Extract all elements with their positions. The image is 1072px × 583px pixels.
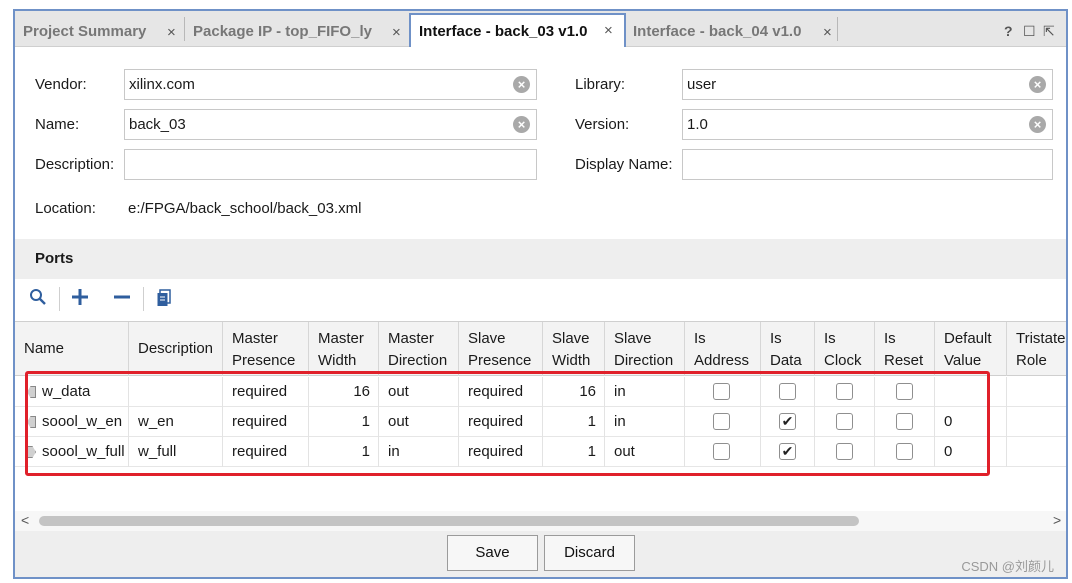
description-field[interactable] xyxy=(124,149,537,180)
column-header-slave-direction[interactable]: Slave Direction xyxy=(605,322,685,376)
ports-section-header: Ports xyxy=(15,239,1066,279)
column-header-is-data[interactable]: Is Data xyxy=(761,322,815,376)
location-label: Location: xyxy=(35,200,96,217)
clear-icon[interactable]: × xyxy=(1029,116,1046,133)
ports-table-header: Name Description Master Presence Master … xyxy=(15,322,1066,376)
restore-icon[interactable]: ☐ xyxy=(1023,23,1036,40)
column-header-default-value[interactable]: Default Value xyxy=(935,322,1007,376)
version-field[interactable]: 1.0 × xyxy=(682,109,1053,140)
clear-icon[interactable]: × xyxy=(513,116,530,133)
close-icon[interactable]: × xyxy=(604,22,613,39)
library-value: user xyxy=(687,76,717,93)
watermark: CSDN @刘颜儿 xyxy=(961,559,1054,574)
tab-project-summary[interactable]: Project Summary × xyxy=(15,15,183,47)
tab-interface-back-04[interactable]: Interface - back_04 v1.0 × xyxy=(625,15,837,47)
tab-label: Project Summary xyxy=(23,22,147,40)
scrollbar-thumb[interactable] xyxy=(39,516,859,526)
column-header-is-address[interactable]: Is Address xyxy=(685,322,761,376)
dialog-footer: Save Discard CSDN @刘颜儿 xyxy=(15,531,1066,577)
name-field[interactable]: back_03 × xyxy=(124,109,537,140)
remove-icon[interactable] xyxy=(113,288,131,310)
column-header-description[interactable]: Description xyxy=(129,322,223,376)
column-header-master-presence[interactable]: Master Presence xyxy=(223,322,309,376)
tristate-role-cell[interactable] xyxy=(1007,437,1066,467)
toolbar-separator xyxy=(59,287,60,311)
tristate-role-cell[interactable] xyxy=(1007,407,1066,437)
help-icon[interactable]: ? xyxy=(1004,23,1013,39)
tab-label: Interface - back_04 v1.0 xyxy=(633,22,802,40)
tab-package-ip[interactable]: Package IP - top_FIFO_ly × xyxy=(185,15,410,47)
library-label: Library: xyxy=(575,76,626,93)
location-value: e:/FPGA/back_school/back_03.xml xyxy=(128,200,362,217)
tab-separator xyxy=(837,17,838,41)
close-icon[interactable]: × xyxy=(823,24,832,41)
display-name-field[interactable] xyxy=(682,149,1053,180)
vendor-field[interactable]: xilinx.com × xyxy=(124,69,537,100)
scroll-left-icon[interactable]: < xyxy=(21,512,29,528)
vendor-value: xilinx.com xyxy=(129,76,195,93)
toolbar-separator xyxy=(143,287,144,311)
column-header-master-direction[interactable]: Master Direction xyxy=(379,322,459,376)
column-header-name[interactable]: Name xyxy=(15,322,129,376)
tab-bar: Project Summary × Package IP - top_FIFO_… xyxy=(15,11,1066,47)
column-header-slave-presence[interactable]: Slave Presence xyxy=(459,322,543,376)
search-icon[interactable] xyxy=(29,288,47,310)
discard-button[interactable]: Discard xyxy=(544,535,635,571)
column-header-slave-width[interactable]: Slave Width xyxy=(543,322,605,376)
scroll-right-icon[interactable]: > xyxy=(1053,512,1061,528)
add-icon[interactable] xyxy=(71,288,89,310)
ports-toolbar xyxy=(15,281,1066,319)
version-label: Version: xyxy=(575,116,630,133)
column-header-is-reset[interactable]: Is Reset xyxy=(875,322,935,376)
clear-icon[interactable]: × xyxy=(1029,76,1046,93)
tab-label: Interface - back_03 v1.0 xyxy=(419,22,588,40)
name-label: Name: xyxy=(35,116,80,133)
library-field[interactable]: user × xyxy=(682,69,1053,100)
column-header-tristate-role[interactable]: Tristate Role xyxy=(1007,322,1066,376)
horizontal-scrollbar[interactable]: < > xyxy=(15,511,1066,531)
tab-interface-back-03[interactable]: Interface - back_03 v1.0 × xyxy=(409,13,626,47)
display-name-label: Display Name: xyxy=(575,156,673,173)
clear-icon[interactable]: × xyxy=(513,76,530,93)
interface-editor-window: Project Summary × Package IP - top_FIFO_… xyxy=(13,9,1068,579)
tab-label: Package IP - top_FIFO_ly xyxy=(193,22,372,40)
highlight-box xyxy=(25,371,990,476)
close-icon[interactable]: × xyxy=(167,24,176,41)
float-icon[interactable]: ⇱ xyxy=(1043,23,1055,40)
column-header-is-clock[interactable]: Is Clock xyxy=(815,322,875,376)
vendor-label: Vendor: xyxy=(35,76,87,93)
name-value: back_03 xyxy=(129,116,186,133)
column-header-master-width[interactable]: Master Width xyxy=(309,322,379,376)
close-icon[interactable]: × xyxy=(392,24,401,41)
save-button[interactable]: Save xyxy=(447,535,538,571)
tristate-role-cell[interactable] xyxy=(1007,377,1066,407)
ports-title: Ports xyxy=(35,250,74,267)
description-label: Description: xyxy=(35,156,115,173)
copy-icon[interactable] xyxy=(156,289,172,311)
version-value: 1.0 xyxy=(687,116,708,133)
